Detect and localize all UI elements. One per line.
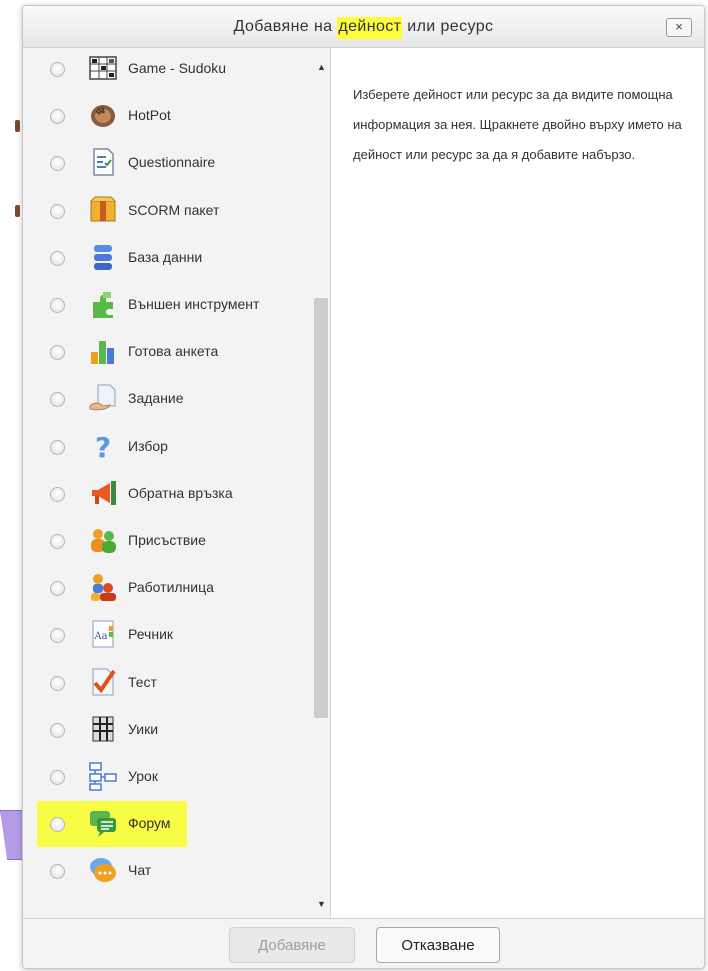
scorm-package-icon (87, 194, 119, 226)
activity-item[interactable]: Форум (37, 801, 187, 848)
activity-label: Обратна връзка (128, 484, 233, 501)
activity-radio[interactable] (50, 770, 65, 785)
title-suffix: или ресурс (402, 18, 494, 35)
activity-item[interactable]: Уики (23, 707, 315, 753)
activity-radio[interactable] (50, 486, 65, 502)
activity-label: Урок (128, 768, 158, 784)
activity-label: Questionnaire (128, 154, 216, 171)
activity-radio[interactable] (50, 817, 65, 833)
scroll-thumb[interactable] (314, 298, 328, 718)
background-edge-mark (15, 205, 20, 217)
quiz-checkmark-icon (87, 666, 119, 698)
activity-item[interactable]: Готова анкета (23, 329, 315, 375)
activity-radio[interactable] (50, 62, 65, 77)
title-highlight: дейност (337, 17, 403, 39)
activity-radio[interactable] (50, 250, 65, 266)
activity-item[interactable]: Game - Sudoku (23, 48, 315, 92)
activity-label: Избор (128, 437, 168, 454)
activity-radio[interactable] (50, 109, 65, 125)
title-prefix: Добавяне на (233, 18, 338, 35)
activity-item[interactable]: Чат (23, 848, 315, 894)
activity-item[interactable]: SCORM пакет (23, 188, 315, 234)
activity-list: Чат Форум Урок Уики Тест Aa Речник Работилница П… (23, 48, 331, 918)
hotpot-hand-icon (87, 99, 119, 131)
add-activity-dialog: Добавяне на дейност или ресурс × Чат Фору… (22, 5, 705, 969)
close-icon[interactable]: × (666, 18, 692, 37)
help-text: Изберете дейност или ресурс за да видите… (353, 87, 682, 162)
questionnaire-icon (87, 146, 119, 178)
sudoku-grid-icon (87, 52, 119, 84)
activity-label: Работилница (128, 579, 214, 596)
puzzle-piece-icon (87, 288, 119, 320)
activity-label: Речник (128, 626, 174, 643)
activity-label: Задание (128, 390, 184, 407)
activity-label: Готова анкета (128, 343, 219, 360)
svg-text:Aa: Aa (93, 631, 107, 642)
scroll-down-arrow-icon[interactable]: ▼ (317, 899, 326, 909)
activity-item[interactable]: Обратна връзка (23, 471, 315, 517)
bar-chart-icon (87, 335, 119, 367)
chat-bubble-icon (87, 854, 119, 886)
activity-item[interactable]: ? Избор (23, 424, 315, 470)
activity-item[interactable]: Урок (23, 754, 315, 800)
activity-radio[interactable] (50, 722, 65, 738)
assignment-icon (87, 382, 119, 414)
activity-item[interactable]: Тест (23, 660, 315, 706)
activity-label: Външен инструмент (128, 296, 260, 312)
dialog-title: Добавяне на дейност или ресурс (23, 17, 704, 39)
activity-radio[interactable] (50, 675, 65, 691)
activity-radio[interactable] (50, 864, 65, 880)
activity-label: HotPot (128, 107, 171, 124)
activity-label: База данни (128, 248, 203, 265)
activity-item[interactable]: Присъствие (23, 518, 315, 564)
activity-label: Уики (128, 720, 159, 737)
scroll-up-arrow-icon[interactable]: ▲ (317, 62, 326, 72)
list-scrollbar[interactable]: ▲ ▼ (311, 48, 330, 918)
activity-radio[interactable] (50, 392, 65, 408)
activity-radio[interactable] (50, 156, 65, 172)
activity-item[interactable]: Външен инструмент (23, 282, 315, 328)
svg-text:?: ? (95, 431, 111, 462)
attendance-people-icon (87, 524, 119, 556)
database-icon (87, 241, 119, 273)
activity-radio[interactable] (50, 628, 65, 644)
dialog-titlebar: Добавяне на дейност или ресурс × (23, 6, 704, 48)
activity-item[interactable]: Aa Речник (23, 612, 315, 658)
dialog-content: Чат Форум Урок Уики Тест Aa Речник Работилница П… (23, 48, 704, 918)
activity-item[interactable]: База данни (23, 235, 315, 281)
activity-label: Форум (128, 815, 171, 832)
megaphone-icon (87, 477, 119, 509)
activity-radio[interactable] (50, 345, 65, 361)
annotation-arrow (0, 810, 24, 860)
forum-speech-bubbles-icon (87, 807, 119, 839)
activity-radio[interactable] (50, 439, 65, 455)
cancel-button[interactable]: Отказване (376, 927, 500, 963)
activity-label: Тест (128, 673, 157, 690)
activity-item[interactable]: Questionnaire (23, 140, 315, 186)
activity-label: SCORM пакет (128, 201, 220, 218)
activity-radio[interactable] (50, 534, 65, 549)
activity-item[interactable]: Задание (23, 376, 315, 422)
activity-radio[interactable] (50, 203, 65, 219)
activity-radio[interactable] (50, 581, 65, 597)
dialog-footer: Добавяне Отказване (23, 918, 704, 968)
activity-radio[interactable] (50, 298, 65, 313)
wiki-puzzle-icon (87, 713, 119, 745)
glossary-book-icon: Aa (87, 618, 119, 650)
question-mark-icon: ? (87, 430, 119, 464)
activity-label: Присъствие (128, 532, 206, 548)
background-edge-mark (15, 120, 20, 132)
activity-item[interactable]: Работилница (23, 565, 315, 611)
activity-item[interactable]: HotPot (23, 93, 315, 139)
activity-label: Game - Sudoku (128, 60, 227, 76)
add-button[interactable]: Добавяне (229, 927, 355, 963)
workshop-people-icon (87, 571, 119, 603)
lesson-flowchart-icon (87, 760, 119, 792)
activity-label: Чат (128, 862, 152, 879)
